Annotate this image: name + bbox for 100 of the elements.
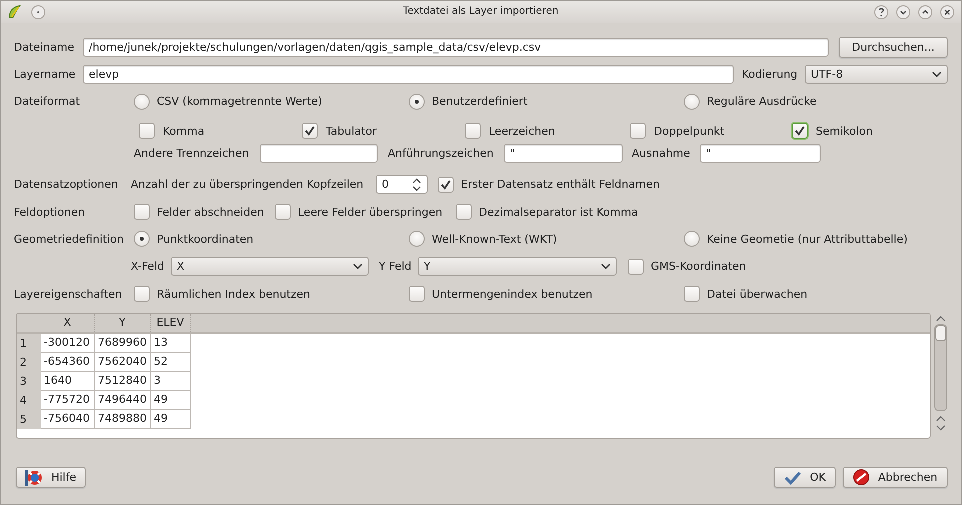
column-header[interactable]: Y bbox=[95, 314, 151, 332]
ok-button[interactable]: OK bbox=[774, 467, 836, 488]
cancel-icon bbox=[853, 469, 870, 486]
radio-button[interactable] bbox=[134, 94, 150, 110]
field-label: Ausnahme bbox=[632, 147, 690, 160]
radio-button[interactable] bbox=[409, 231, 425, 247]
dropdown[interactable]: X bbox=[171, 257, 369, 276]
lifebuoy-icon bbox=[25, 468, 44, 486]
caret-icon bbox=[601, 263, 611, 270]
checkbox[interactable] bbox=[465, 123, 481, 139]
column-header[interactable]: ELEV bbox=[151, 314, 191, 332]
checkbox-label[interactable]: Räumlichen Index benutzen bbox=[157, 288, 310, 300]
field-label: Anzahl der zu überspringenden Kopfzeilen bbox=[131, 178, 364, 191]
radio-button[interactable] bbox=[684, 94, 700, 110]
checkbox-label[interactable]: Dezimalseparator ist Komma bbox=[479, 206, 638, 218]
cancel-button[interactable]: Abbrechen bbox=[843, 467, 948, 488]
window-title: Textdatei als Layer importieren bbox=[402, 5, 560, 19]
delimiter-field[interactable] bbox=[260, 144, 378, 163]
checkbox-label[interactable]: GMS-Koordinaten bbox=[651, 260, 746, 273]
field-label: Layername bbox=[14, 68, 76, 81]
checkbox[interactable] bbox=[684, 286, 700, 302]
checkbox-label[interactable]: Leerzeichen bbox=[489, 124, 556, 138]
close-button[interactable] bbox=[940, 4, 955, 20]
table-cell: 7496440 bbox=[95, 391, 151, 410]
field-label: Y Feld bbox=[379, 260, 412, 273]
checkbox[interactable] bbox=[302, 123, 318, 139]
checkbox[interactable] bbox=[630, 123, 646, 139]
spin-box[interactable]: 0 bbox=[376, 175, 428, 194]
row-header[interactable]: 1 bbox=[17, 334, 41, 353]
checkbox-label[interactable]: Leere Felder überspringen bbox=[298, 206, 443, 218]
table-cell: 7512840 bbox=[95, 372, 151, 391]
checkbox[interactable] bbox=[456, 204, 472, 220]
window-menu-button[interactable] bbox=[31, 4, 46, 20]
checkbox-label[interactable]: Erster Datensatz enthält Feldnamen bbox=[461, 178, 660, 191]
help-button[interactable]: Hilfe bbox=[16, 467, 86, 488]
radio-label[interactable]: Well-Known-Text (WKT) bbox=[432, 232, 558, 246]
row-header[interactable]: 3 bbox=[17, 372, 41, 391]
spinner-arrows-icon[interactable] bbox=[412, 178, 422, 192]
checkbox[interactable] bbox=[134, 204, 150, 220]
checkbox-label[interactable]: Tabulator bbox=[326, 124, 377, 138]
checkmark-icon bbox=[784, 470, 802, 484]
field-label: Geometriedefinition bbox=[14, 232, 124, 246]
file-path-field[interactable]: /home/junek/projekte/schulungen/vorlagen/daten/qgis_sample_data/csv/elevp.csv bbox=[83, 38, 829, 56]
dropdown[interactable]: UTF-8 bbox=[805, 65, 948, 84]
checkmark-icon bbox=[794, 125, 806, 137]
help-button[interactable] bbox=[874, 4, 889, 20]
caret-icon bbox=[932, 71, 942, 78]
field-label: Feldoptionen bbox=[14, 206, 86, 218]
checkbox-label[interactable]: Felder abschneiden bbox=[157, 206, 264, 218]
checkbox[interactable] bbox=[275, 204, 291, 220]
radio-label[interactable]: Reguläre Ausdrücke bbox=[707, 95, 817, 108]
layer-name-field[interactable]: elevp bbox=[83, 65, 734, 84]
field-label: Andere Trennzeichen bbox=[134, 147, 250, 160]
browse-button[interactable]: Durchsuchen... bbox=[839, 36, 948, 58]
table-cell: -756040 bbox=[41, 410, 95, 429]
table-cell: -300120 bbox=[41, 334, 95, 353]
table-cell: 7689960 bbox=[95, 334, 151, 353]
radio-label[interactable]: Punktkoordinaten bbox=[157, 232, 254, 246]
column-header[interactable]: X bbox=[41, 314, 95, 332]
checkbox[interactable] bbox=[139, 123, 155, 139]
field-label: Layereigenschaften bbox=[14, 288, 122, 300]
checkbox[interactable] bbox=[409, 286, 425, 302]
minimize-button[interactable] bbox=[896, 4, 911, 20]
dropdown[interactable]: Y bbox=[418, 257, 617, 276]
checkbox-label[interactable]: Doppelpunkt bbox=[654, 124, 725, 138]
checkbox[interactable] bbox=[438, 176, 454, 192]
table-cell: 13 bbox=[151, 334, 191, 353]
checkbox-label[interactable]: Semikolon bbox=[816, 124, 873, 138]
app-icon[interactable] bbox=[7, 4, 23, 20]
field-label: Dateiname bbox=[14, 40, 75, 54]
radio-button[interactable] bbox=[409, 94, 425, 110]
table-cell: 7489880 bbox=[95, 410, 151, 429]
checkbox-label[interactable]: Datei überwachen bbox=[707, 288, 808, 300]
table-cell: 3 bbox=[151, 372, 191, 391]
field-label: Kodierung bbox=[742, 68, 798, 81]
table-cell: -654360 bbox=[41, 353, 95, 372]
radio-label[interactable]: Keine Geometie (nur Attributtabelle) bbox=[707, 232, 908, 246]
escape-field[interactable]: " bbox=[700, 144, 821, 163]
checkbox-label[interactable]: Komma bbox=[163, 124, 205, 138]
checkmark-icon bbox=[440, 178, 452, 190]
radio-label[interactable]: CSV (kommagetrennte Werte) bbox=[157, 95, 322, 108]
row-header[interactable]: 5 bbox=[17, 410, 41, 429]
field-label: X-Feld bbox=[131, 260, 164, 273]
checkbox[interactable] bbox=[134, 286, 150, 302]
checkbox-label[interactable]: Untermengenindex benutzen bbox=[432, 288, 593, 300]
table-cell: 7562040 bbox=[95, 353, 151, 372]
row-header[interactable]: 2 bbox=[17, 353, 41, 372]
radio-button[interactable] bbox=[684, 231, 700, 247]
caret-icon bbox=[353, 263, 363, 270]
table-cell: 49 bbox=[151, 391, 191, 410]
quote-field[interactable]: " bbox=[504, 144, 623, 163]
maximize-button[interactable] bbox=[918, 4, 933, 20]
table-cell: -775720 bbox=[41, 391, 95, 410]
field-label: Dateiformat bbox=[14, 95, 80, 108]
radio-label[interactable]: Benutzerdefiniert bbox=[432, 95, 528, 108]
row-header[interactable]: 4 bbox=[17, 391, 41, 410]
checkbox[interactable] bbox=[628, 258, 644, 274]
field-label: Anführungszeichen bbox=[388, 147, 494, 160]
field-label: Datensatzoptionen bbox=[14, 178, 118, 191]
radio-button[interactable] bbox=[134, 231, 150, 247]
